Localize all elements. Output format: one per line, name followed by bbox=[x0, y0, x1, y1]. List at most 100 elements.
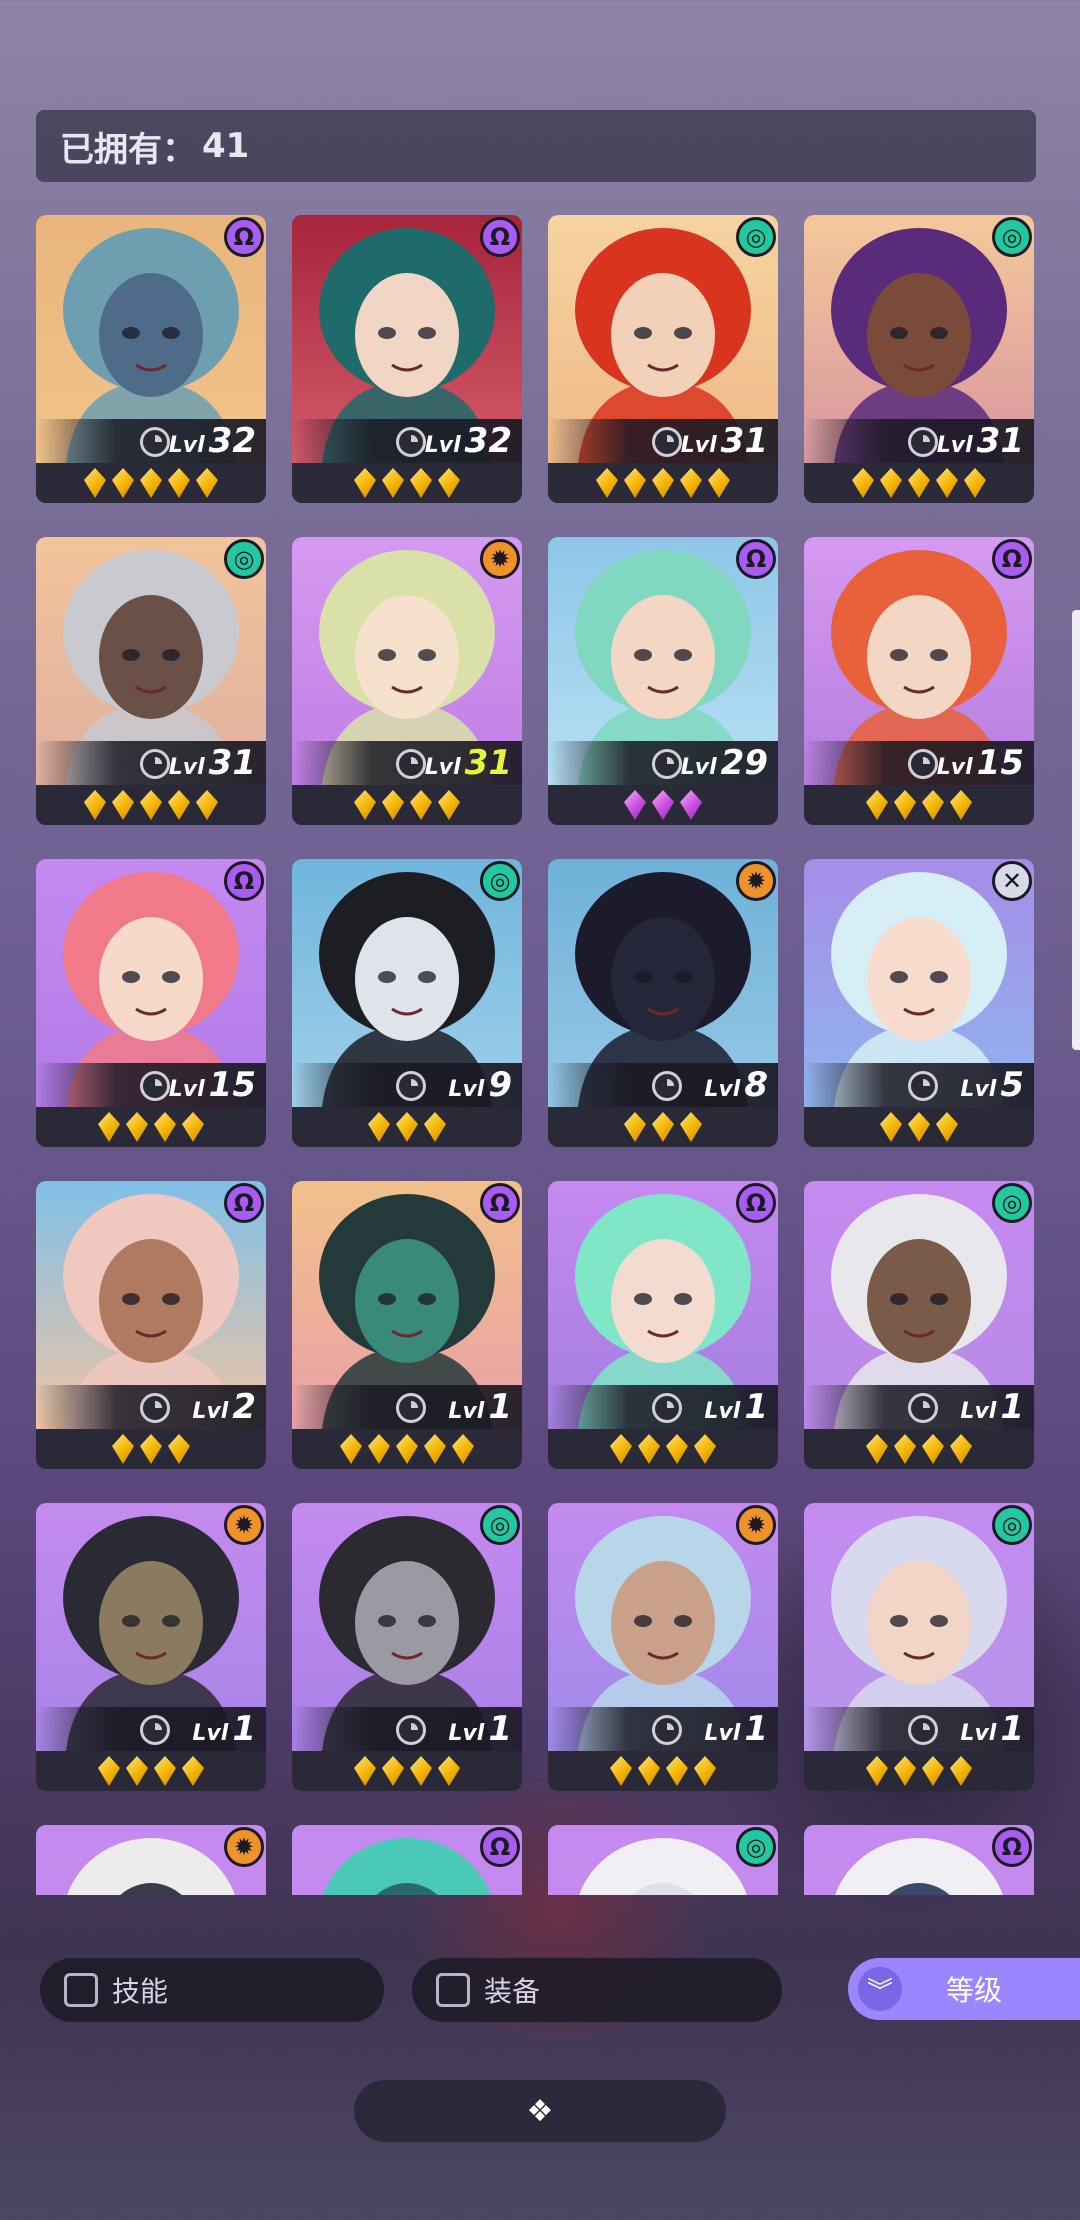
hero-level: Lvl 8 bbox=[704, 1065, 768, 1105]
hero-card[interactable]: ✹ Lvl 1 bbox=[548, 1503, 778, 1791]
hero-level: Lvl 15 bbox=[937, 743, 1024, 783]
gold-star-gem-icon bbox=[908, 1112, 930, 1142]
gold-star-gem-icon bbox=[452, 1434, 474, 1464]
star-rating bbox=[292, 1753, 522, 1789]
gold-star-gem-icon bbox=[382, 790, 404, 820]
level-progress-icon bbox=[396, 1071, 426, 1101]
hero-card[interactable]: ◎ Lvl 31 bbox=[548, 215, 778, 503]
scroll-indicator[interactable] bbox=[1072, 610, 1080, 1050]
star-rating bbox=[292, 1109, 522, 1145]
level-prefix: Lvl bbox=[424, 433, 461, 458]
omega-faction-icon: Ω bbox=[736, 539, 776, 579]
gold-star-gem-icon bbox=[182, 1112, 204, 1142]
gold-star-gem-icon bbox=[438, 790, 460, 820]
star-rating bbox=[804, 465, 1034, 501]
gold-star-gem-icon bbox=[98, 1112, 120, 1142]
hero-card[interactable]: Ω bbox=[292, 1825, 522, 1895]
star-rating bbox=[804, 1753, 1034, 1789]
level-progress-icon bbox=[652, 749, 682, 779]
hero-card[interactable]: ◎ Lvl 1 bbox=[804, 1181, 1034, 1469]
skill-checkbox[interactable] bbox=[64, 1973, 98, 2007]
gold-star-gem-icon bbox=[894, 1434, 916, 1464]
gold-star-gem-icon bbox=[922, 1756, 944, 1786]
level-progress-icon bbox=[140, 1071, 170, 1101]
level-prefix: Lvl bbox=[704, 1399, 741, 1424]
hero-level: Lvl 32 bbox=[425, 421, 512, 461]
omega-faction-icon: Ω bbox=[224, 217, 264, 257]
gold-star-gem-icon bbox=[196, 790, 218, 820]
gold-star-gem-icon bbox=[84, 790, 106, 820]
level-progress-icon bbox=[140, 749, 170, 779]
level-prefix: Lvl bbox=[936, 755, 973, 780]
hero-level: Lvl 5 bbox=[960, 1065, 1024, 1105]
hero-level: Lvl 9 bbox=[448, 1065, 512, 1105]
hero-card[interactable]: Ω Lvl 32 bbox=[292, 215, 522, 503]
level-prefix: Lvl bbox=[448, 1721, 485, 1746]
hero-card[interactable]: Ω Lvl 32 bbox=[36, 215, 266, 503]
omega-faction-icon: Ω bbox=[480, 217, 520, 257]
cross-faction-icon: ✕ bbox=[992, 861, 1032, 901]
omega-faction-icon: Ω bbox=[992, 539, 1032, 579]
gold-star-gem-icon bbox=[936, 468, 958, 498]
hero-card[interactable]: Ω Lvl 29 bbox=[548, 537, 778, 825]
hero-card[interactable]: ✹ Lvl 1 bbox=[36, 1503, 266, 1791]
hero-card[interactable]: Ω Lvl 1 bbox=[548, 1181, 778, 1469]
gold-star-gem-icon bbox=[340, 1434, 362, 1464]
gold-star-gem-icon bbox=[964, 468, 986, 498]
skill-filter-toggle[interactable]: 技能 bbox=[40, 1958, 384, 2022]
gold-star-gem-icon bbox=[126, 1112, 148, 1142]
level-prefix: Lvl bbox=[448, 1077, 485, 1102]
hero-card[interactable]: Ω Lvl 1 bbox=[292, 1181, 522, 1469]
hero-card[interactable]: ◎ bbox=[548, 1825, 778, 1895]
bottom-collapse-handle[interactable]: ❖ bbox=[354, 2080, 726, 2142]
level-number: 15 bbox=[976, 743, 1024, 783]
hero-card[interactable]: ◎ Lvl 9 bbox=[292, 859, 522, 1147]
level-number: 29 bbox=[720, 743, 768, 783]
star-rating bbox=[548, 787, 778, 823]
hero-card[interactable]: Ω Lvl 15 bbox=[804, 537, 1034, 825]
gold-star-gem-icon bbox=[410, 790, 432, 820]
gold-star-gem-icon bbox=[382, 468, 404, 498]
hero-card[interactable]: ✹ bbox=[36, 1825, 266, 1895]
equipment-filter-toggle[interactable]: 装备 bbox=[412, 1958, 782, 2022]
star-rating bbox=[804, 1109, 1034, 1145]
skill-filter-label: 技能 bbox=[112, 1975, 169, 2008]
hero-card[interactable]: ✹ Lvl 31 bbox=[292, 537, 522, 825]
gold-star-gem-icon bbox=[424, 1434, 446, 1464]
hero-card[interactable]: ◎ Lvl 1 bbox=[804, 1503, 1034, 1791]
star-rating bbox=[36, 1109, 266, 1145]
star-rating bbox=[36, 787, 266, 823]
level-progress-icon bbox=[908, 1715, 938, 1745]
hero-card[interactable]: ✹ Lvl 8 bbox=[548, 859, 778, 1147]
gold-star-gem-icon bbox=[866, 1756, 888, 1786]
level-progress-icon bbox=[396, 427, 426, 457]
hero-card[interactable]: ◎ Lvl 31 bbox=[36, 537, 266, 825]
owned-count: 41 bbox=[202, 126, 250, 166]
hero-card[interactable]: Ω bbox=[804, 1825, 1034, 1895]
vortex-faction-icon: ◎ bbox=[480, 1505, 520, 1545]
purple-star-gem-icon bbox=[624, 790, 646, 820]
gold-star-gem-icon bbox=[694, 1756, 716, 1786]
hero-card[interactable]: ◎ Lvl 31 bbox=[804, 215, 1034, 503]
gold-star-gem-icon bbox=[950, 1434, 972, 1464]
hero-card[interactable]: ◎ Lvl 1 bbox=[292, 1503, 522, 1791]
sun-faction-icon: ✹ bbox=[224, 1505, 264, 1545]
hero-level: Lvl 1 bbox=[960, 1387, 1024, 1427]
hero-card[interactable]: Ω Lvl 2 bbox=[36, 1181, 266, 1469]
star-rating bbox=[804, 1431, 1034, 1467]
hero-card[interactable]: ✕ Lvl 5 bbox=[804, 859, 1034, 1147]
level-progress-icon bbox=[908, 1071, 938, 1101]
star-rating bbox=[548, 1431, 778, 1467]
omega-faction-icon: Ω bbox=[480, 1827, 520, 1867]
hero-card[interactable]: Ω Lvl 15 bbox=[36, 859, 266, 1147]
level-number: 1 bbox=[744, 1387, 768, 1427]
hero-level: Lvl 32 bbox=[169, 421, 256, 461]
omega-faction-icon: Ω bbox=[224, 861, 264, 901]
star-rating bbox=[548, 465, 778, 501]
level-prefix: Lvl bbox=[168, 433, 205, 458]
hero-level: Lvl 1 bbox=[704, 1387, 768, 1427]
gold-star-gem-icon bbox=[880, 1112, 902, 1142]
sort-by-level-button[interactable]: ︾ 等级 bbox=[848, 1958, 1080, 2020]
equipment-checkbox[interactable] bbox=[436, 1973, 470, 2007]
vortex-faction-icon: ◎ bbox=[480, 861, 520, 901]
